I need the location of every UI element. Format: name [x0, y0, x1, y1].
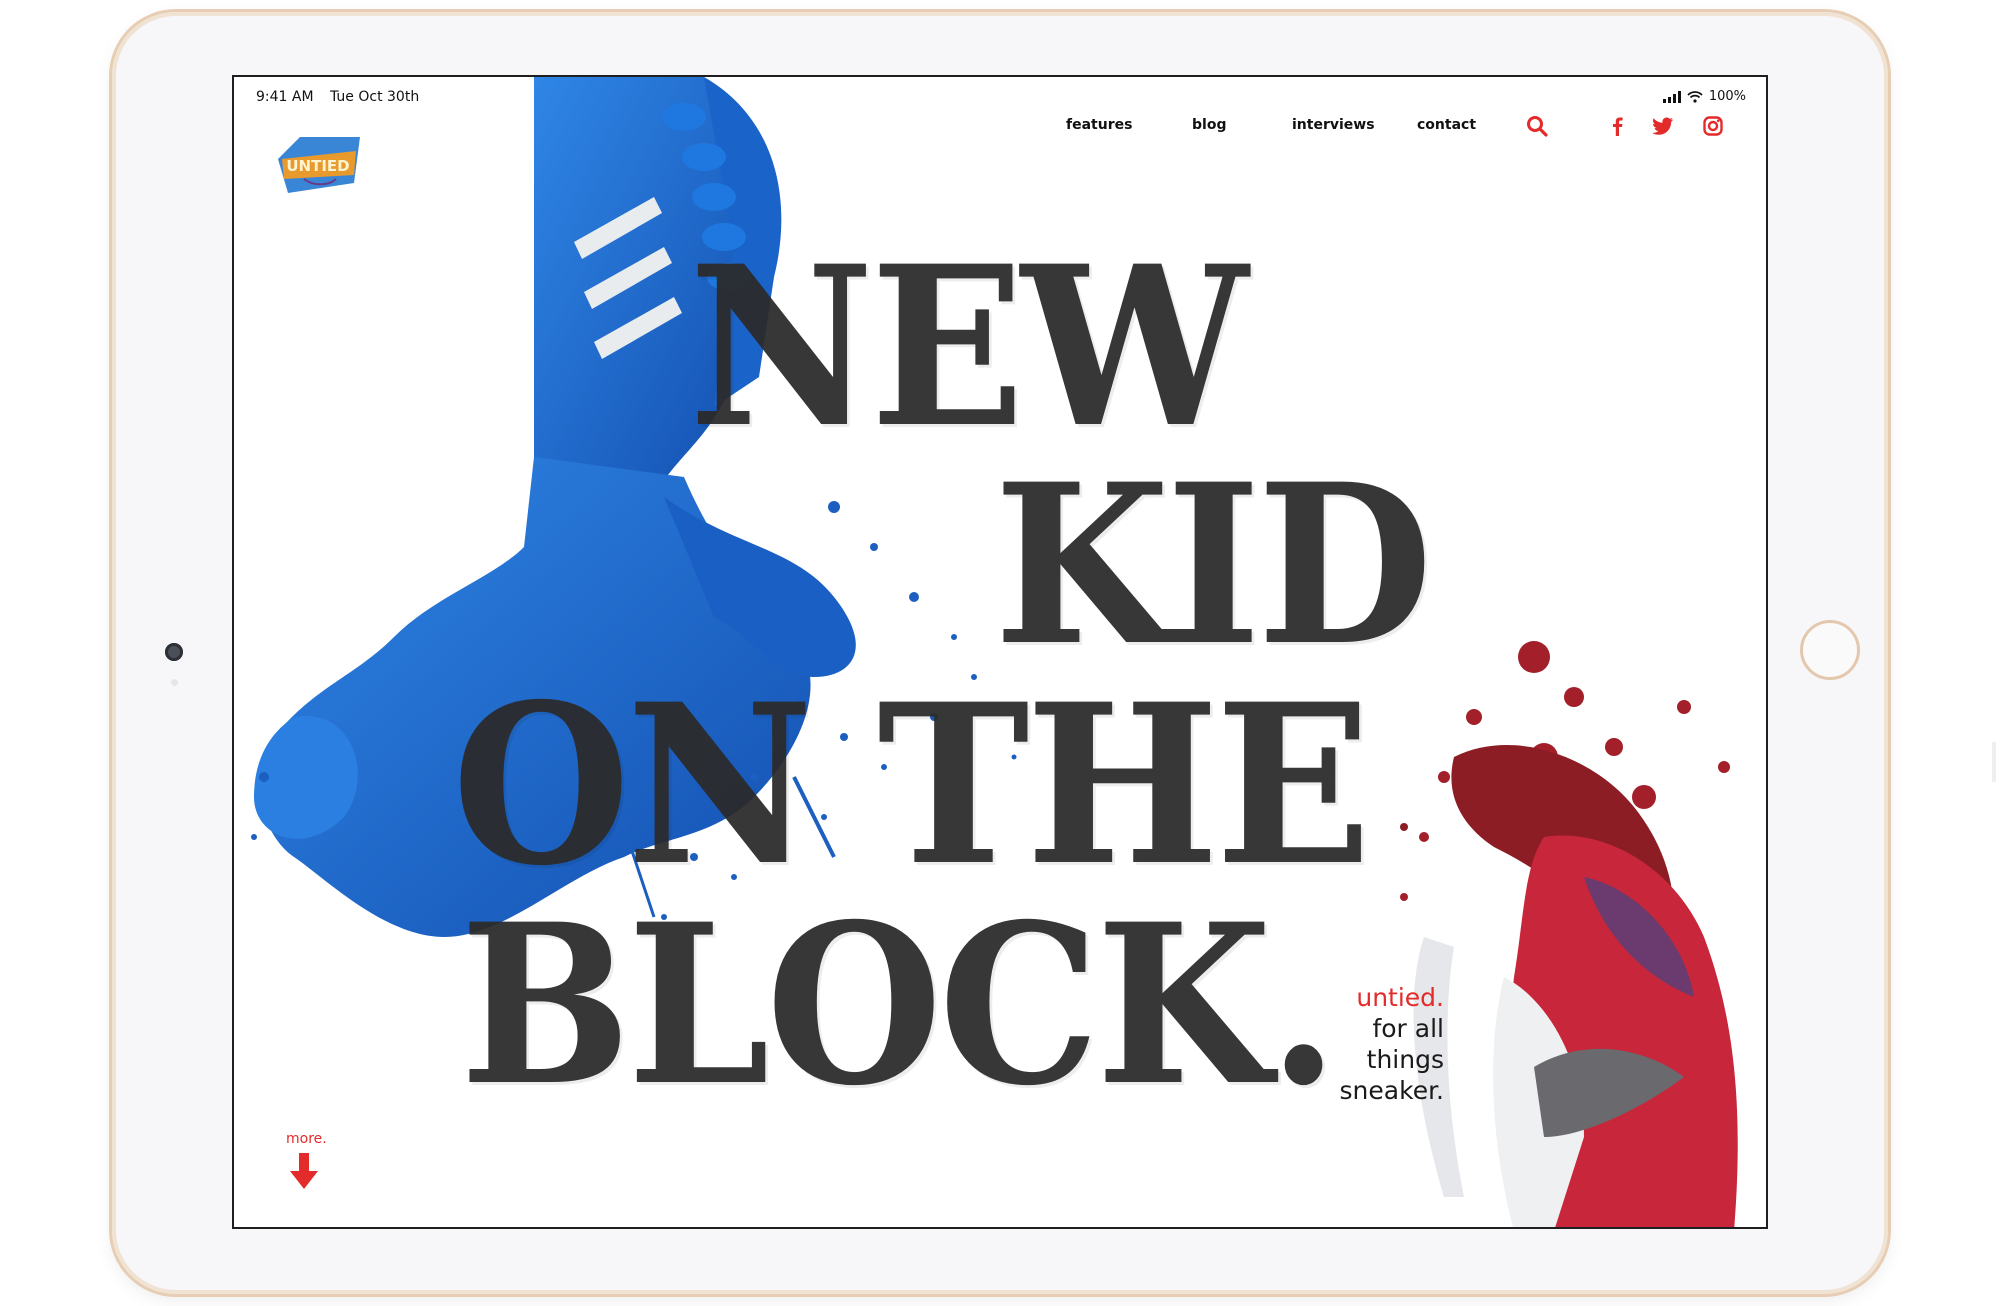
website-screen: 9:41 AM Tue Oct 30th 100% UNTIED feature… [232, 75, 1768, 1229]
red-sneaker-splash-image [1400, 641, 1738, 1227]
tagline-line-3: sneaker. [1339, 1076, 1444, 1105]
status-date: Tue Oct 30th [330, 89, 420, 105]
instagram-icon[interactable] [1702, 115, 1724, 137]
tagline-line-1: for all [1372, 1014, 1444, 1043]
blue-sneaker-splash-image [251, 77, 1017, 937]
top-navigation: features blog interviews contact [234, 115, 1766, 147]
facebook-icon[interactable] [1606, 115, 1628, 137]
search-icon[interactable] [1526, 115, 1548, 137]
logo-text: UNTIED [286, 157, 349, 175]
front-camera [165, 643, 183, 661]
signal-icon [1662, 90, 1681, 103]
wifi-icon [1687, 90, 1703, 103]
nav-interviews[interactable]: interviews [1292, 117, 1375, 133]
twitter-icon[interactable] [1652, 115, 1674, 137]
nav-contact[interactable]: contact [1417, 117, 1476, 133]
tagline: untied. for all things sneaker. [1340, 982, 1444, 1106]
home-button[interactable] [1800, 620, 1860, 680]
status-time: 9:41 AM [256, 89, 314, 105]
more-link[interactable]: more. [286, 1131, 327, 1147]
status-bar-right: 100% [1662, 89, 1746, 104]
frame-edge-mark [1992, 742, 1996, 782]
nav-features[interactable]: features [1066, 117, 1132, 133]
tagline-line-2: things [1366, 1045, 1444, 1074]
arrow-down-icon[interactable] [288, 1151, 320, 1191]
camera-sensor [171, 679, 178, 686]
battery-level: 100% [1708, 89, 1746, 104]
status-bar-left: 9:41 AM Tue Oct 30th [256, 89, 419, 105]
nav-blog[interactable]: blog [1192, 117, 1226, 133]
tagline-brand: untied. [1356, 983, 1444, 1012]
